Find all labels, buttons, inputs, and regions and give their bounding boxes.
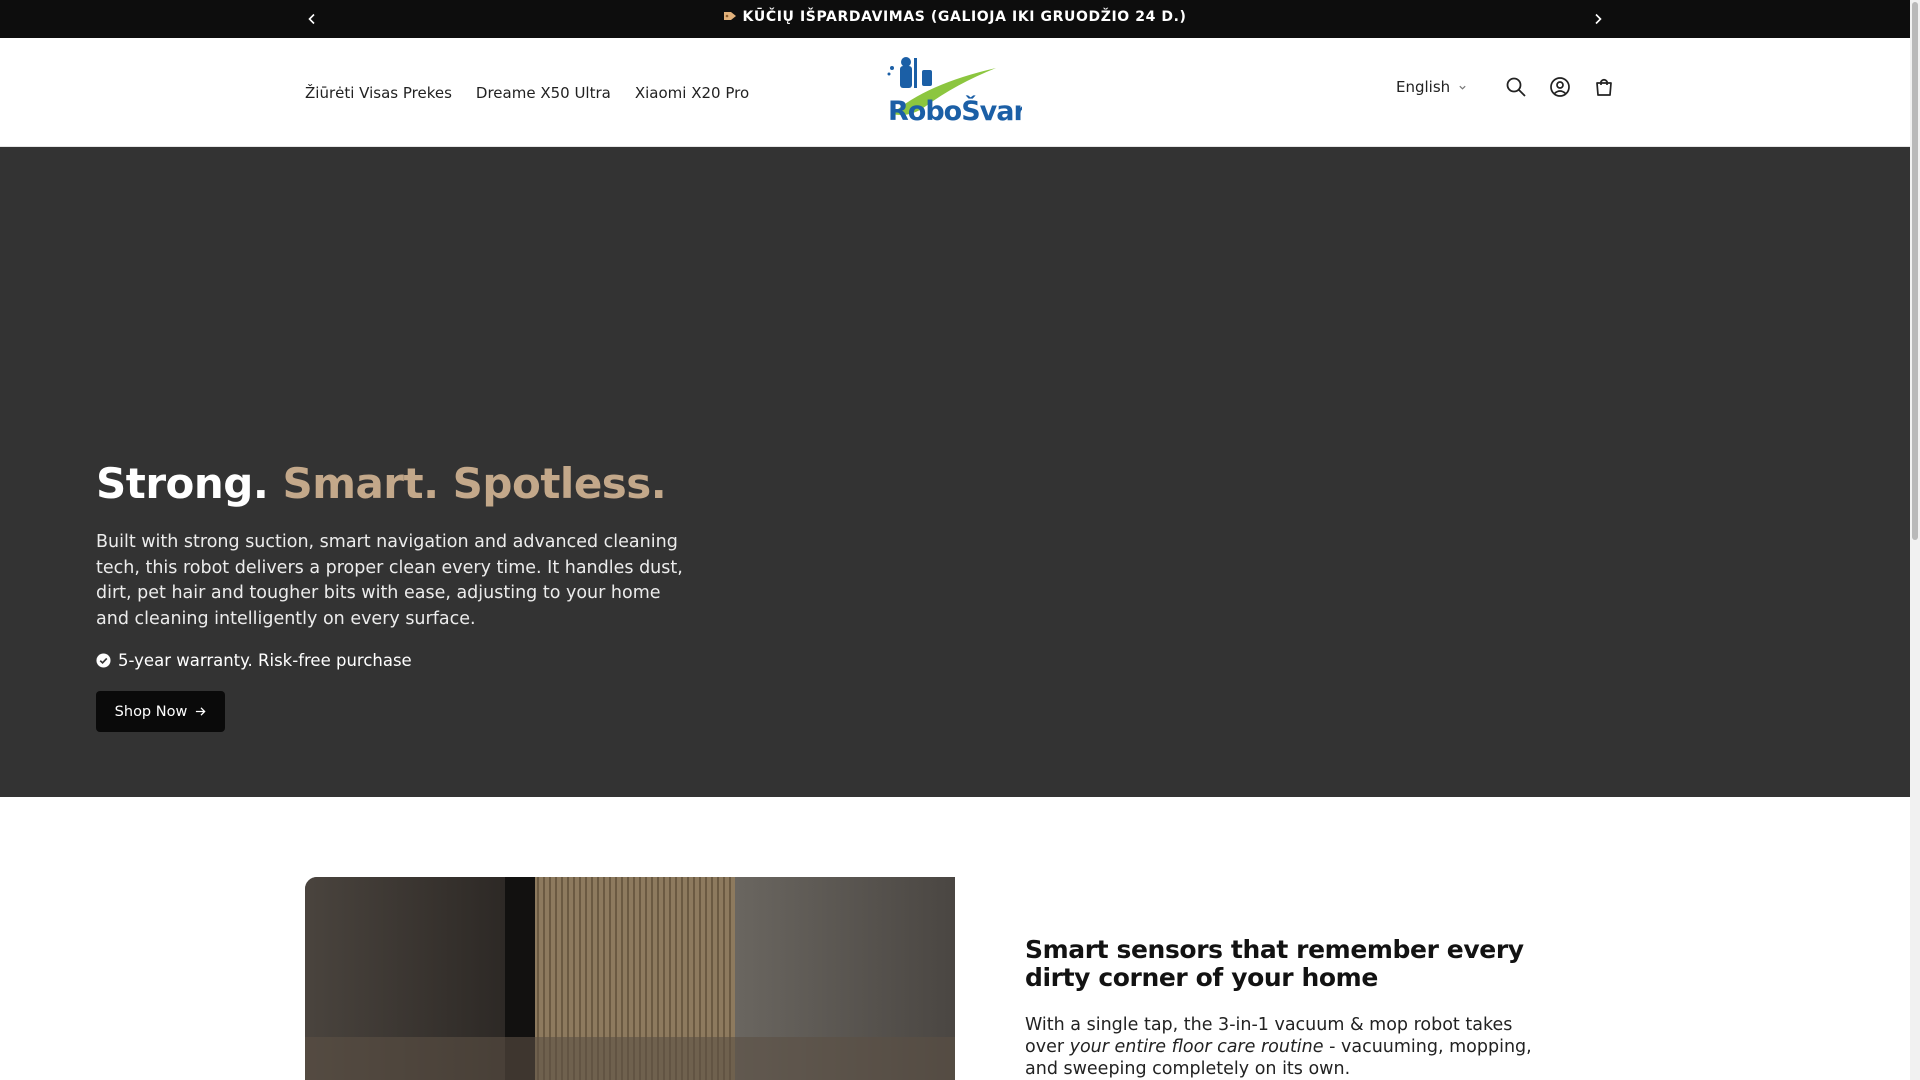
language-selector[interactable]: English [1396,78,1467,96]
announcement-text: KŪČIŲ IŠPARDAVIMAS (GALIOJA IKI GRUODŽIO… [742,9,1187,25]
feature-photo [305,877,955,1080]
chevron-right-icon [1595,13,1602,25]
shop-now-label: Shop Now [114,703,188,720]
nav-item-all-products[interactable]: Žiūrėti Visas Prekes [305,84,452,102]
hero-description: Built with strong suction, smart navigat… [96,532,683,629]
hero-section: Strong. Smart. Spotless. Built with stro… [0,147,1910,797]
hero-warranty-text: 5-year warranty. Risk-free purchase [118,651,412,670]
language-label: English [1396,78,1451,96]
account-button[interactable] [1547,74,1573,100]
hero-title: Strong. Smart. Spotless. [96,459,667,508]
shop-now-button[interactable]: Shop Now [96,691,225,732]
hero-title-part1: Strong. [96,459,269,508]
page-scrollbar[interactable] [1910,0,1920,1080]
page: KŪČIŲ IŠPARDAVIMAS (GALIOJA IKI GRUODŽIO… [0,0,1920,1080]
hero-warranty: 5-year warranty. Risk-free purchase [96,651,412,670]
robosvara-logo: RoboŠvara [887,57,1044,127]
cart-button[interactable] [1591,74,1617,100]
nav-item-dreame-x50-ultra[interactable]: Dreame X50 Ultra [476,84,611,102]
main-nav: Žiūrėti Visas Prekes Dreame X50 Ultra Xi… [305,84,749,102]
feature-title: Smart sensors that remember every dirty … [1025,935,1524,992]
site-header: Žiūrėti Visas Prekes Dreame X50 Ultra Xi… [0,38,1910,147]
scrollbar-thumb[interactable] [1912,2,1918,540]
arrow-right-icon [196,707,206,716]
cart-icon [1596,78,1613,96]
feature-body-emphasis: your entire floor care routine [1069,1037,1324,1057]
chevron-down-icon [1459,85,1466,90]
logo[interactable]: RoboŠvara [886,54,1044,130]
logo-wordmark: RoboŠvara [888,95,1022,127]
search-button[interactable] [1503,74,1529,100]
nav-item-xiaomi-x20-pro[interactable]: Xiaomi X20 Pro [635,84,749,102]
account-icon [1550,77,1571,97]
feature-body: With a single tap, the 3-in-1 vacuum & m… [1025,1014,1545,1080]
announcement-message[interactable]: KŪČIŲ IŠPARDAVIMAS (GALIOJA IKI GRUODŽIO… [0,9,1910,25]
content: KŪČIŲ IŠPARDAVIMAS (GALIOJA IKI GRUODŽIO… [0,0,1910,1080]
check-circle-icon [96,653,111,668]
header-actions: English [1396,74,1617,100]
announcement-next-button[interactable] [1588,9,1608,29]
search-icon [1506,77,1526,97]
feature-image [305,877,955,1080]
hero-title-accent: Smart. Spotless. [282,459,667,508]
tag-icon [724,12,737,20]
announcement-bar: KŪČIŲ IŠPARDAVIMAS (GALIOJA IKI GRUODŽIO… [0,0,1910,38]
